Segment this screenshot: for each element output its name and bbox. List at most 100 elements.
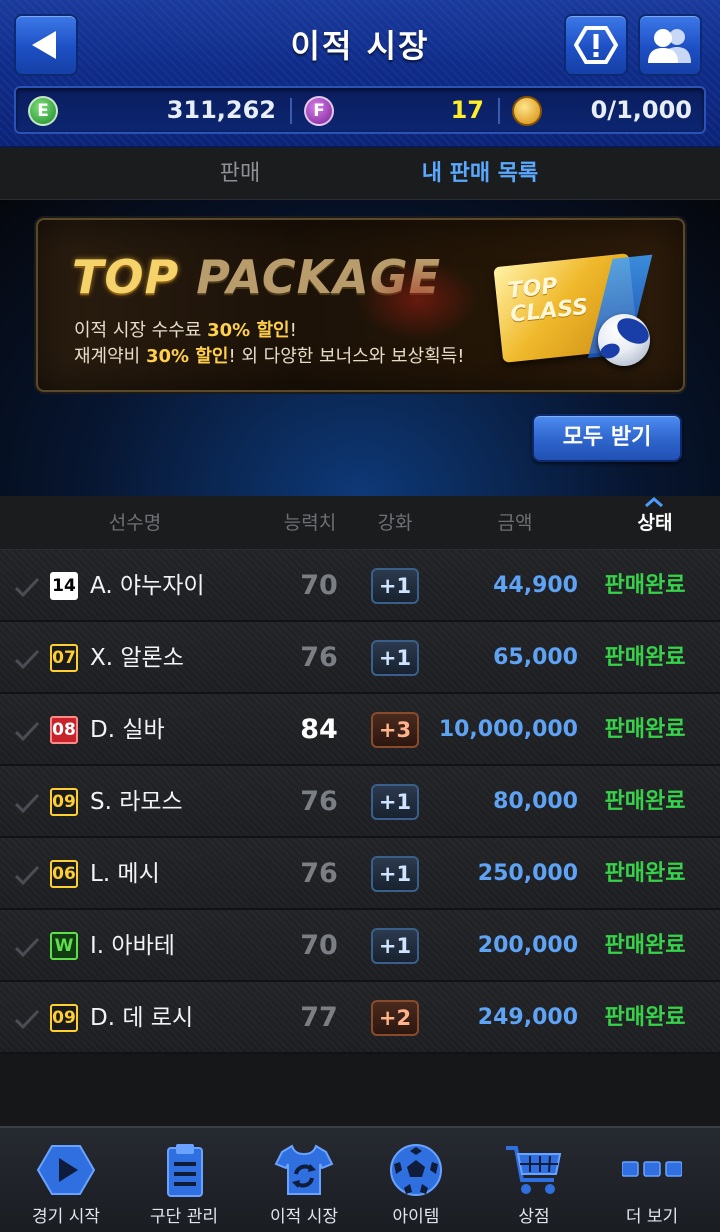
enhance-badge: +1 (371, 784, 419, 820)
player-ovr: 70 (300, 930, 338, 961)
check-icon (14, 649, 40, 670)
sale-status: 판매완료 (604, 933, 686, 958)
check-icon (14, 1009, 40, 1030)
sale-price: 250,000 (477, 861, 578, 886)
top-package-banner[interactable]: TOP PACKAGE 이적 시장 수수료 30% 할인! 재계약비 30% 할… (36, 218, 685, 392)
check-icon (14, 793, 40, 814)
tab-sell[interactable]: 판매 (140, 148, 340, 200)
bottom-nav: 경기 시작 구단 관리 이적 시장 아이템 상점 더 보기 (0, 1126, 720, 1232)
sale-status: 판매완료 (604, 1005, 686, 1030)
back-button[interactable] (14, 14, 78, 76)
friends-icon (648, 29, 691, 63)
e-coin-icon: E (28, 96, 58, 126)
check-icon (14, 721, 40, 742)
sale-status: 판매완료 (604, 861, 686, 886)
check-icon (14, 577, 40, 598)
table-row[interactable]: 07 X. 알론소 76 +1 65,000 판매완료 (0, 622, 720, 694)
position-badge: W (50, 932, 78, 960)
player-ovr: 77 (300, 1002, 338, 1033)
f-coin-balance: 17 (450, 96, 484, 124)
player-name: D. 실바 (90, 717, 165, 743)
banner-title: TOP PACKAGE (72, 250, 442, 304)
enhance-badge: +3 (371, 712, 419, 748)
table-row[interactable]: 09 D. 데 로시 77 +2 249,000 판매완료 (0, 982, 720, 1054)
divider (290, 98, 292, 124)
position-badge: 08 (50, 716, 78, 744)
table-row[interactable]: W I. 아바테 70 +1 200,000 판매완료 (0, 910, 720, 982)
position-badge: 06 (50, 860, 78, 888)
sort-up-icon (645, 497, 663, 507)
sale-price: 10,000,000 (438, 717, 578, 742)
player-ovr: 76 (300, 642, 338, 673)
sale-price: 80,000 (493, 789, 578, 814)
divider (498, 98, 500, 124)
alert-button[interactable] (564, 14, 628, 76)
e-coin-balance: 311,262 (166, 96, 276, 124)
column-header: 선수명 능력치 강화 금액 상태 (0, 496, 720, 550)
col-player-name[interactable]: 선수명 (80, 496, 190, 550)
f-coin-icon: F (304, 96, 334, 126)
player-name: D. 데 로시 (90, 1005, 194, 1031)
gold-ball-icon (512, 96, 542, 126)
page-title: 이적 시장 (290, 27, 430, 65)
sale-price: 200,000 (477, 933, 578, 958)
clipboard-icon (167, 1144, 203, 1197)
player-ovr: 76 (300, 858, 338, 889)
nav-match-start[interactable]: 경기 시작 (6, 1128, 126, 1232)
sale-price: 44,900 (493, 573, 578, 598)
sale-status: 판매완료 (604, 645, 686, 670)
player-name: I. 아바테 (90, 933, 175, 959)
top-header: 이적 시장 E 311,262 F 17 0/1,000 (0, 0, 720, 148)
table-row[interactable]: 06 L. 메시 76 +1 250,000 판매완료 (0, 838, 720, 910)
player-ovr: 70 (300, 570, 338, 601)
table-row[interactable]: 08 D. 실바 84 +3 10,000,000 판매완료 (0, 694, 720, 766)
banner-line-1: 이적 시장 수수료 30% 할인! (74, 320, 297, 341)
receive-all-button[interactable]: 모두 받기 (532, 414, 682, 462)
more-dots-icon (622, 1161, 682, 1177)
currency-bar: E 311,262 F 17 0/1,000 (14, 86, 706, 134)
nav-club-manage[interactable]: 구단 관리 (124, 1128, 244, 1232)
banner-line-2: 재계약비 30% 할인! 외 다양한 보너스와 보상획득! (74, 346, 465, 367)
player-name: L. 메시 (90, 861, 160, 887)
sale-status: 판매완료 (604, 717, 686, 742)
sale-price: 249,000 (477, 1005, 578, 1030)
position-badge: 07 (50, 644, 78, 672)
enhance-badge: +1 (371, 856, 419, 892)
col-enhance[interactable]: 강화 (360, 496, 430, 550)
enhance-badge: +1 (371, 568, 419, 604)
player-name: A. 야누자이 (90, 573, 205, 599)
table-row[interactable]: 09 S. 라모스 76 +1 80,000 판매완료 (0, 766, 720, 838)
banner-area: TOP PACKAGE 이적 시장 수수료 30% 할인! 재계약비 30% 할… (0, 200, 720, 496)
enhance-badge: +2 (371, 1000, 419, 1036)
check-icon (14, 937, 40, 958)
player-ovr: 76 (300, 786, 338, 817)
col-price[interactable]: 금액 (470, 496, 560, 550)
player-ovr: 84 (300, 714, 338, 745)
jersey-transfer-icon (274, 1144, 334, 1195)
nav-items[interactable]: 아이템 (356, 1128, 476, 1232)
nav-shop[interactable]: 상점 (474, 1128, 594, 1232)
position-badge: 14 (50, 572, 78, 600)
tab-my-sales-list[interactable]: 내 판매 목록 (380, 148, 580, 200)
back-arrow-icon (32, 31, 56, 59)
sale-price: 65,000 (493, 645, 578, 670)
sale-status: 판매완료 (604, 789, 686, 814)
gold-ball-count: 0/1,000 (590, 96, 692, 124)
friends-button[interactable] (638, 14, 702, 76)
player-name: S. 라모스 (90, 789, 183, 815)
nav-transfer-market[interactable]: 이적 시장 (244, 1128, 364, 1232)
table-row[interactable]: 14 A. 야누자이 70 +1 44,900 판매완료 (0, 550, 720, 622)
position-badge: 09 (50, 788, 78, 816)
play-icon (36, 1145, 96, 1195)
market-tabs: 판매 내 판매 목록 (0, 148, 720, 200)
player-name: X. 알론소 (90, 645, 184, 671)
sale-status: 판매완료 (604, 573, 686, 598)
col-ovr[interactable]: 능력치 (270, 496, 350, 550)
enhance-badge: +1 (371, 928, 419, 964)
alert-icon (574, 26, 618, 64)
nav-more[interactable]: 더 보기 (592, 1128, 712, 1232)
position-badge: 09 (50, 1004, 78, 1032)
check-icon (14, 865, 40, 886)
soccer-ball-icon (390, 1144, 442, 1196)
enhance-badge: +1 (371, 640, 419, 676)
